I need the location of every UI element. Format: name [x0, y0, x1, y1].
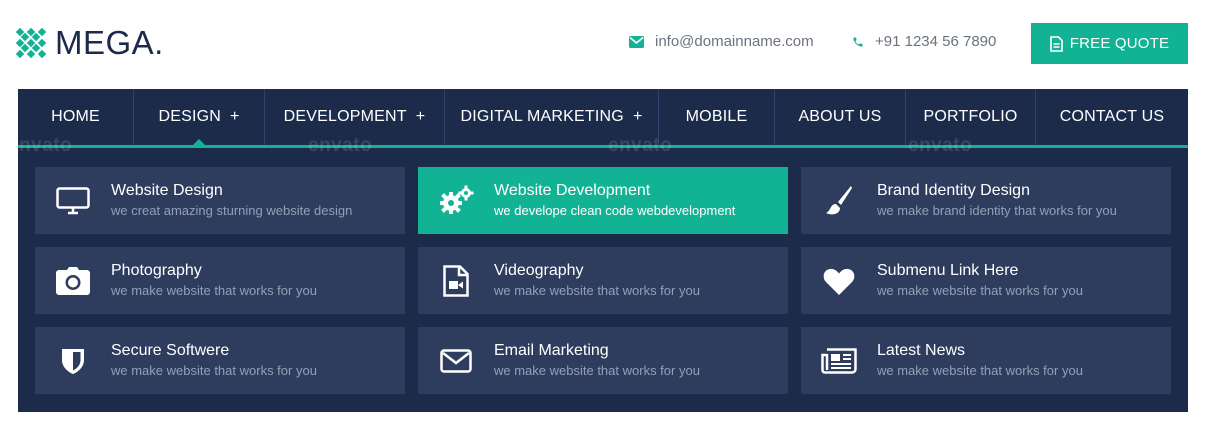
- envelope-icon: [418, 348, 494, 373]
- mega-item-desc: we make website that works for you: [494, 363, 700, 378]
- nav-item-label: HOME: [51, 108, 100, 125]
- nav-item-digital-marketing[interactable]: DIGITAL MARKETING +: [445, 89, 659, 145]
- mega-item-title: Videography: [494, 262, 584, 279]
- contact-phone[interactable]: +91 1234 56 7890: [852, 33, 996, 50]
- mega-item-title: Secure Softwere: [111, 342, 230, 359]
- nav-item-label: ABOUT US: [798, 108, 882, 125]
- shield-icon: [35, 347, 111, 375]
- mega-item-desc: we creat amazing sturning website design: [111, 203, 353, 218]
- mega-menu-dropdown: Website Design we creat amazing sturning…: [18, 148, 1188, 412]
- mega-item-photography[interactable]: Photography we make website that works f…: [35, 247, 405, 314]
- email-text: info@domainname.com: [655, 33, 814, 50]
- mega-item-desc: we make website that works for you: [877, 283, 1083, 298]
- mega-item-desc: we make website that works for you: [877, 363, 1083, 378]
- paint-brush-icon: [801, 185, 877, 217]
- mega-item-title: Submenu Link Here: [877, 262, 1019, 279]
- nav-item-mobile[interactable]: MOBILE: [659, 89, 775, 145]
- free-quote-button[interactable]: FREE QUOTE: [1031, 23, 1188, 64]
- mega-item-email-marketing[interactable]: Email Marketing we make website that wor…: [418, 327, 788, 394]
- phone-icon: [853, 37, 863, 46]
- mega-item-brand-identity-design[interactable]: Brand Identity Design we make brand iden…: [801, 167, 1171, 234]
- logo[interactable]: MEGA.: [15, 24, 164, 61]
- newspaper-icon: [801, 347, 877, 374]
- mega-item-website-design[interactable]: Website Design we creat amazing sturning…: [35, 167, 405, 234]
- nav-item-portfolio[interactable]: PORTFOLIO: [906, 89, 1036, 145]
- contact-email[interactable]: info@domainname.com: [629, 33, 814, 50]
- monitor-icon: [35, 186, 111, 215]
- phone-text: +91 1234 56 7890: [875, 33, 997, 50]
- camera-icon: [35, 266, 111, 295]
- mega-item-title: Photography: [111, 262, 202, 279]
- mega-item-desc: we make website that works for you: [111, 363, 317, 378]
- mega-item-latest-news[interactable]: Latest News we make website that works f…: [801, 327, 1171, 394]
- document-icon: [1049, 35, 1063, 52]
- plus-icon: +: [230, 108, 240, 125]
- mega-item-desc: we make website that works for you: [494, 283, 700, 298]
- plus-icon: +: [632, 108, 643, 125]
- free-quote-label: FREE QUOTE: [1069, 35, 1170, 52]
- nav-item-development[interactable]: DEVELOPMENT +: [265, 89, 445, 145]
- plus-icon: +: [415, 108, 426, 125]
- nav-item-home[interactable]: HOME: [18, 89, 134, 145]
- nav-item-label: DIGITAL MARKETING: [460, 108, 624, 125]
- nav-item-about-us[interactable]: ABOUT US: [775, 89, 906, 145]
- envelope-icon: [629, 35, 644, 48]
- mega-item-desc: we make brand identity that works for yo…: [877, 203, 1117, 218]
- header: MEGA. info@domainname.com +91 1234 56 78…: [0, 0, 1206, 88]
- video-file-icon: [418, 264, 494, 297]
- nav-item-label: DEVELOPMENT: [283, 108, 407, 125]
- mega-item-website-development[interactable]: Website Development we develope clean co…: [418, 167, 788, 234]
- mega-item-submenu-link[interactable]: Submenu Link Here we make website that w…: [801, 247, 1171, 314]
- mega-item-title: Website Development: [494, 182, 651, 199]
- logo-grid-icon: [15, 27, 47, 59]
- nav-item-label: CONTACT US: [1059, 108, 1165, 125]
- mega-item-desc: we make website that works for you: [111, 283, 317, 298]
- nav-item-design[interactable]: DESIGN +: [134, 89, 265, 146]
- mega-item-title: Email Marketing: [494, 342, 609, 359]
- gears-icon: [418, 185, 494, 217]
- nav-item-contact-us[interactable]: CONTACT US: [1036, 89, 1188, 145]
- page: MEGA. info@domainname.com +91 1234 56 78…: [0, 0, 1206, 427]
- mega-item-title: Website Design: [111, 182, 223, 199]
- mega-item-desc: we develope clean code webdevelopment: [494, 203, 736, 218]
- logo-text: MEGA.: [55, 24, 164, 61]
- mega-item-videography[interactable]: Videography we make website that works f…: [418, 247, 788, 314]
- mega-item-title: Latest News: [877, 342, 966, 359]
- nav-item-label: MOBILE: [685, 108, 748, 125]
- mega-item-title: Brand Identity Design: [877, 182, 1030, 199]
- nav-item-label: DESIGN: [158, 108, 221, 125]
- nav-item-label: PORTFOLIO: [923, 108, 1018, 125]
- heart-icon: [801, 267, 877, 295]
- main-nav: HOME DESIGN + DEVELOPMENT + DIGITAL MARK…: [18, 89, 1188, 146]
- mega-item-secure-softwere[interactable]: Secure Softwere we make website that wor…: [35, 327, 405, 394]
